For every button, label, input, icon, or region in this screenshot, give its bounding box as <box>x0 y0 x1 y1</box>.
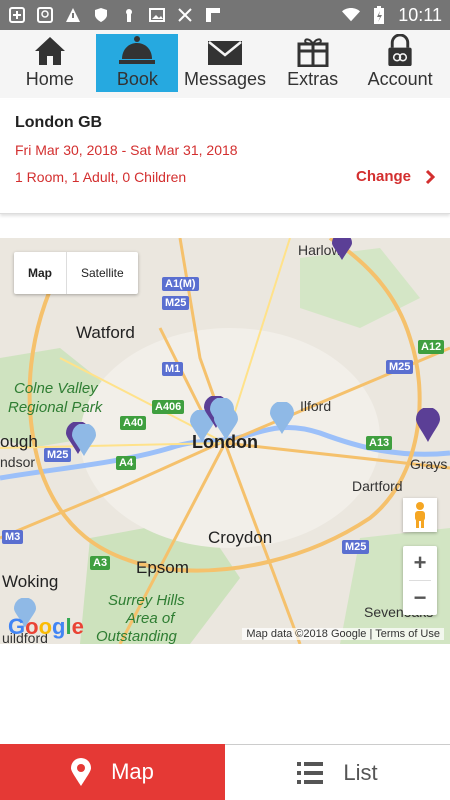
map-label-colne-valley: Colne Valley <box>14 380 98 397</box>
status-bar: 10:11 <box>0 0 450 30</box>
street-view-button[interactable] <box>403 498 437 532</box>
tab-label: Extras <box>287 69 339 89</box>
hotel-pin-purple[interactable] <box>416 408 440 442</box>
map-label-slough: ough <box>0 432 38 451</box>
map-label-epsom: Epsom <box>136 558 189 577</box>
pegman-icon <box>415 502 425 528</box>
bell-icon <box>119 36 156 64</box>
hotel-pin-purple[interactable] <box>332 238 352 260</box>
list-view-label: List <box>343 759 378 785</box>
view-switcher: Map List <box>0 744 450 800</box>
map-type-toggle: Map Satellite <box>14 252 138 294</box>
tab-label: Book <box>116 69 158 89</box>
map-label-croydon: Croydon <box>208 528 273 547</box>
gift-icon <box>297 38 329 67</box>
hotel-pin-blue[interactable] <box>270 402 294 434</box>
shield-icon <box>92 6 110 24</box>
map-label-ilford: Ilford <box>300 398 332 414</box>
add-icon <box>8 6 26 24</box>
map-view-label: Map <box>111 759 154 784</box>
map-type-map-button[interactable]: Map <box>14 252 66 294</box>
lock-icon <box>388 34 412 67</box>
map-attribution: Map data ©2018 Google | Terms of Use <box>242 628 444 640</box>
map-label-windsor: ndsor <box>0 454 36 470</box>
road-shield: M3 <box>2 530 24 544</box>
road-shield: A12 <box>418 340 445 354</box>
list-view-button[interactable]: List <box>225 744 450 800</box>
tab-label: Home <box>25 69 74 89</box>
map-label-surrey-hills: Surrey Hills <box>108 592 185 609</box>
map-data-text: Map data ©2018 Google <box>246 628 367 640</box>
change-label: Change <box>355 168 411 185</box>
list-icon <box>297 761 324 784</box>
zoom-in-button[interactable]: + <box>403 546 437 580</box>
map-label-dartford: Dartford <box>352 478 403 494</box>
tab-extras[interactable]: Extras <box>272 34 354 92</box>
road-shield: A40 <box>120 416 147 430</box>
map-type-satellite-button[interactable]: Satellite <box>67 252 138 294</box>
map-label-woking: Woking <box>2 572 59 591</box>
battery-icon <box>370 6 388 24</box>
location-pin-icon <box>71 758 92 786</box>
road-shield: A406 <box>152 400 185 414</box>
tab-book[interactable]: Book <box>96 34 179 92</box>
road-shield: A13 <box>366 436 393 450</box>
city-title: London GB <box>15 114 103 131</box>
road-shield: M25 <box>386 360 414 374</box>
zoom-out-button[interactable]: − <box>403 581 437 615</box>
google-logo: Google <box>8 614 84 639</box>
gallery-icon <box>148 6 166 24</box>
warning-icon <box>64 6 82 24</box>
main-nav: Home Book Messages Extras Account <box>0 30 450 98</box>
map-label-watford: Watford <box>76 323 135 342</box>
search-icon <box>36 6 54 24</box>
keyhole-icon <box>120 6 138 24</box>
wifi-icon <box>342 6 361 24</box>
cut-icon <box>176 6 194 24</box>
clock: 10:11 <box>398 4 442 25</box>
map-view[interactable]: Harlow Watford Colne Valley Regional Par… <box>0 238 450 644</box>
road-shield: A4 <box>116 456 137 470</box>
map-label-outstanding: Outstanding <box>96 628 177 644</box>
envelope-icon <box>207 41 242 65</box>
road-shield: M25 <box>162 296 190 310</box>
change-button[interactable]: Change <box>356 168 435 185</box>
date-range: Fri Mar 30, 2018 - Sat Mar 31, 2018 <box>15 142 238 158</box>
home-icon <box>34 37 65 65</box>
booking-summary: London GB Fri Mar 30, 2018 - Sat Mar 31,… <box>0 100 450 214</box>
terms-link[interactable]: Terms of Use <box>375 628 440 640</box>
flipboard-icon <box>204 6 222 24</box>
road-shield: A3 <box>90 556 111 570</box>
occupancy-text: 1 Room, 1 Adult, 0 Children <box>15 168 187 185</box>
zoom-controls: + − <box>403 546 437 615</box>
road-shield: M25 <box>342 540 370 554</box>
tab-messages[interactable]: Messages <box>184 34 266 92</box>
map-label-area-of: Area of <box>126 610 175 627</box>
hotel-pin-blue[interactable] <box>214 408 238 440</box>
tab-label: Account <box>367 69 433 89</box>
tab-label: Messages <box>183 69 267 89</box>
road-shield: M1 <box>162 362 184 376</box>
road-shield: A1(M) <box>162 277 199 291</box>
hotel-pin-blue[interactable] <box>72 424 96 456</box>
tab-home[interactable]: Home <box>9 34 91 92</box>
tab-account[interactable]: Account <box>359 34 441 92</box>
chevron-right-icon <box>425 169 435 184</box>
map-label-grays: Grays <box>410 456 448 472</box>
map-label-regional-park: Regional Park <box>8 399 103 416</box>
map-view-button[interactable]: Map <box>0 744 225 800</box>
